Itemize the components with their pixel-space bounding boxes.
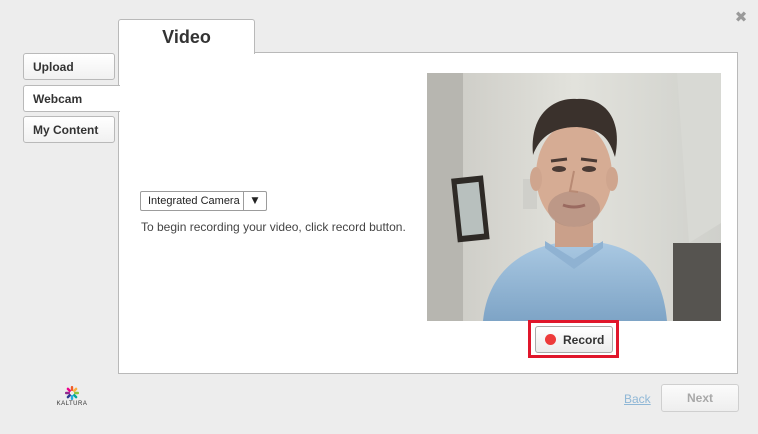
next-button-label: Next bbox=[686, 391, 713, 405]
sidebar-item-label: Upload bbox=[33, 59, 74, 74]
close-icon[interactable]: ✖ bbox=[733, 8, 749, 26]
record-instruction: To begin recording your video, click rec… bbox=[141, 220, 406, 234]
back-link[interactable]: Back bbox=[624, 392, 651, 406]
page-title: Video bbox=[118, 19, 255, 54]
next-button[interactable]: Next bbox=[661, 384, 739, 412]
webcam-frame-image bbox=[427, 73, 721, 321]
sidebar-item-my-content[interactable]: My Content bbox=[23, 116, 115, 143]
record-button[interactable]: Record bbox=[535, 326, 613, 353]
kaltura-logo-text: KALTURA bbox=[56, 401, 88, 407]
record-button-label: Record bbox=[563, 332, 605, 347]
camera-select-value: Integrated Camera bbox=[148, 195, 240, 207]
webcam-video-preview bbox=[427, 73, 721, 321]
sidebar-item-label: Webcam bbox=[33, 91, 83, 106]
sidebar-item-label: My Content bbox=[33, 122, 99, 137]
camera-select[interactable]: Integrated Camera ▼ bbox=[140, 191, 267, 211]
chevron-down-icon[interactable]: ▼ bbox=[243, 192, 266, 210]
record-dot-icon bbox=[545, 334, 556, 345]
sidebar-item-upload[interactable]: Upload bbox=[23, 53, 115, 80]
sidebar-item-webcam[interactable]: Webcam bbox=[23, 85, 120, 112]
